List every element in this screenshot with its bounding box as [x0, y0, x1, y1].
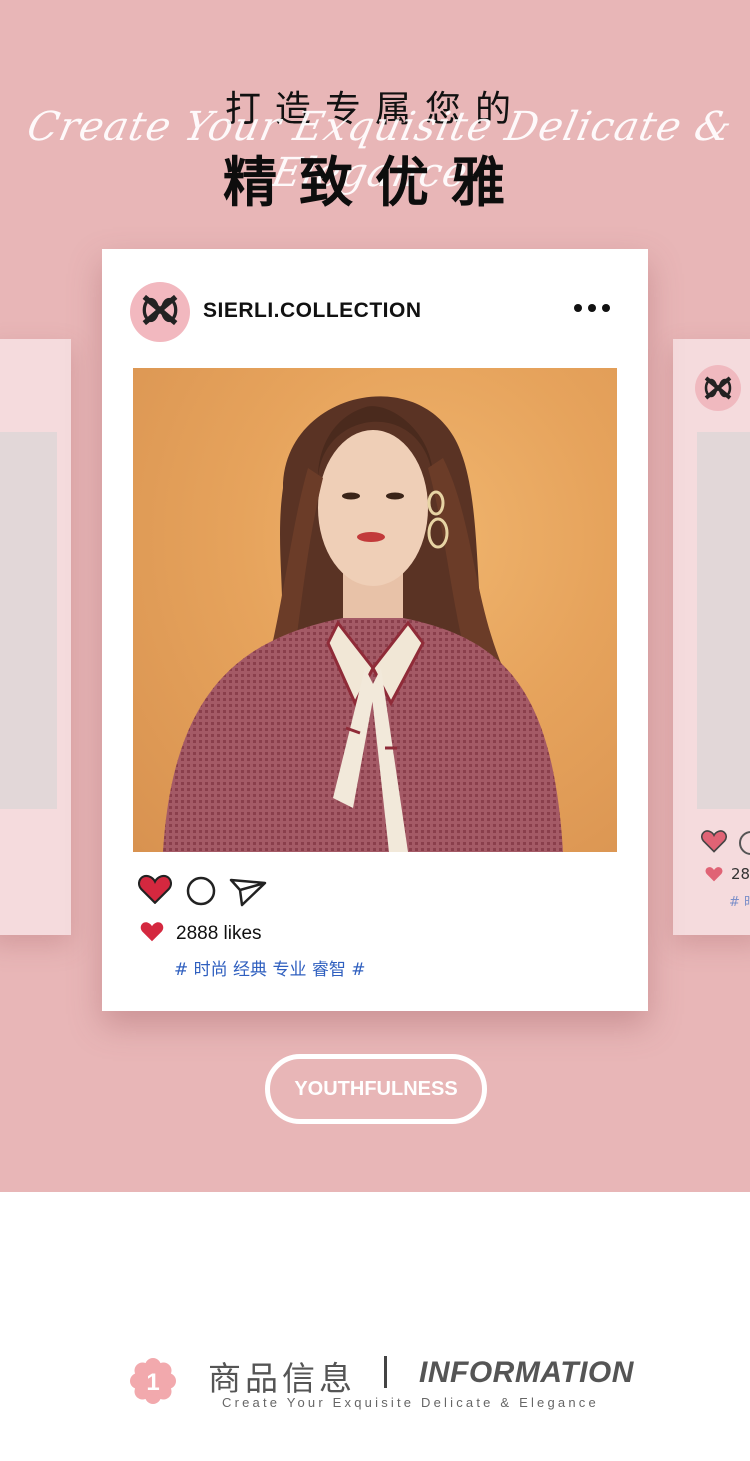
account-name[interactable]: SIERLI.COLLECTION — [203, 299, 422, 323]
avatar[interactable] — [130, 282, 190, 342]
brand-logo-icon — [140, 293, 180, 331]
heart-icon[interactable] — [138, 874, 172, 908]
hashtags[interactable]: # 时尚 经典 专业 睿智 # — [174, 955, 366, 980]
post-card: SIERLI.COLLECTION 2888 likes # 时尚 经典 专业 … — [102, 249, 648, 1011]
heart-icon — [140, 921, 164, 946]
brand-logo-icon — [695, 365, 741, 411]
comment-icon[interactable] — [739, 831, 750, 855]
hashtags[interactable]: # 时 — [729, 891, 750, 910]
likes-count: 28 — [731, 865, 750, 883]
likes-count[interactable]: 2888 likes — [176, 923, 262, 945]
post-photo — [133, 368, 617, 852]
divider — [384, 1356, 387, 1388]
likes-row: 2888 likes — [140, 921, 262, 946]
info-subtitle: Create Your Exquisite Delicate & Eleganc… — [222, 1395, 599, 1410]
flower-icon: 1 — [129, 1357, 177, 1405]
youthfulness-button[interactable]: YOUTHFULNESS — [265, 1054, 487, 1124]
info-title-cn: 商品信息 — [208, 1359, 356, 1398]
section-number: 1 — [146, 1369, 159, 1396]
heart-icon[interactable] — [701, 829, 727, 857]
more-icon[interactable] — [574, 304, 610, 312]
heart-icon — [705, 866, 723, 886]
hero-section: 打造专属您的 Create Your Exquisite Delicate & … — [0, 0, 750, 1192]
send-icon[interactable] — [228, 877, 268, 911]
comment-icon[interactable] — [186, 876, 216, 910]
side-card-left[interactable] — [0, 339, 71, 935]
photo-placeholder — [697, 432, 750, 809]
side-card-right[interactable]: 28 # 时 — [673, 339, 750, 935]
info-title-en: INFORMATION — [419, 1356, 634, 1389]
photo-placeholder — [0, 432, 57, 809]
heading-main: 精致优雅 — [223, 151, 527, 214]
